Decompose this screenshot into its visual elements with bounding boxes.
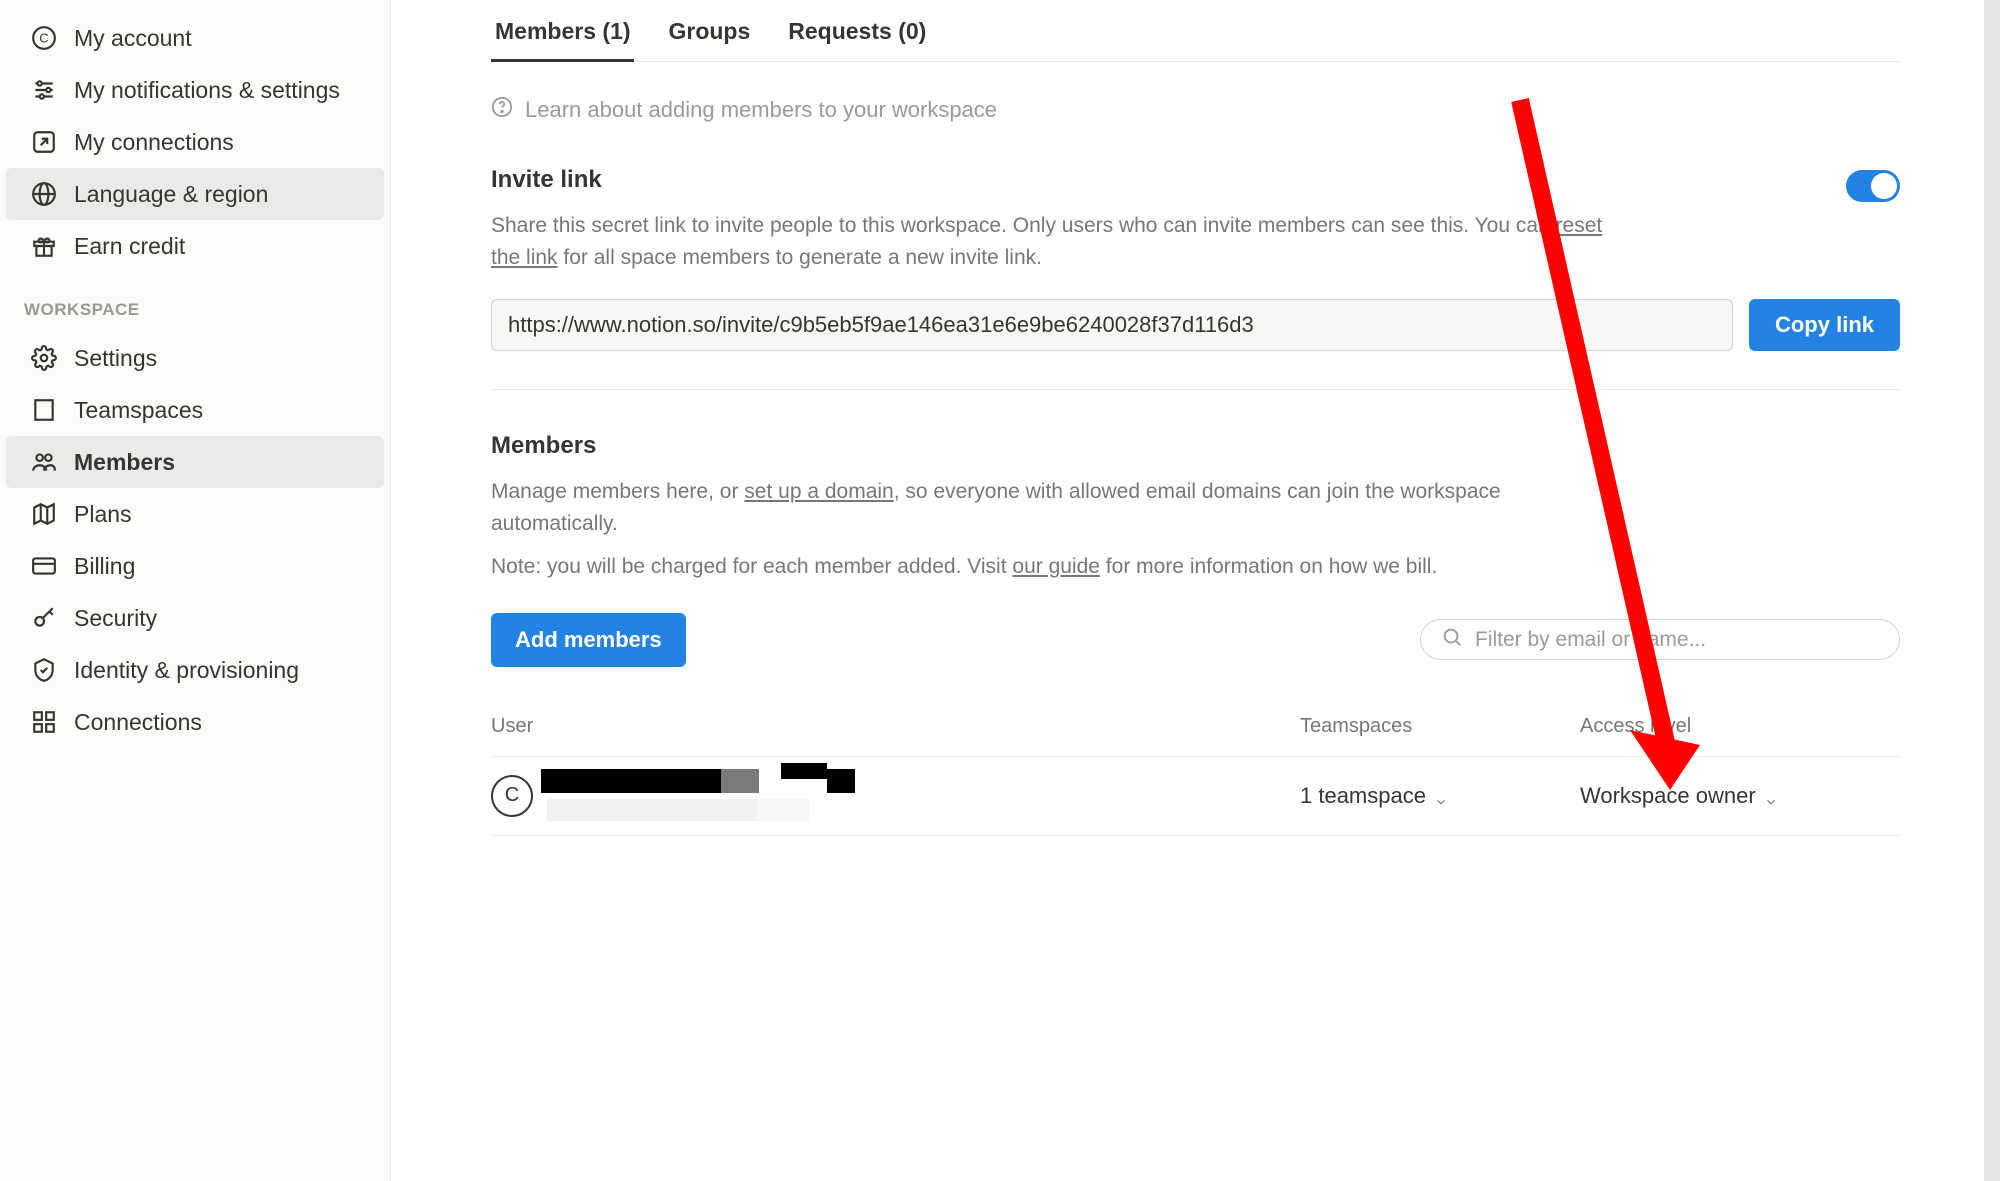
- sidebar-item-label: Teamspaces: [74, 397, 203, 424]
- sidebar-item-label: Identity & provisioning: [74, 657, 299, 684]
- invite-link-toggle[interactable]: [1846, 170, 1900, 202]
- tab-requests[interactable]: Requests (0): [784, 10, 930, 61]
- sidebar-item-label: Members: [74, 449, 175, 476]
- svg-text:C: C: [39, 30, 48, 45]
- add-members-button[interactable]: Add members: [491, 613, 686, 667]
- sidebar-item-label: Security: [74, 605, 157, 632]
- redacted-name: [541, 769, 721, 793]
- sidebar-item-settings[interactable]: Settings: [6, 332, 384, 384]
- sidebar-item-security[interactable]: Security: [6, 592, 384, 644]
- tab-groups[interactable]: Groups: [664, 10, 754, 61]
- sidebar-item-my-account[interactable]: C My account: [6, 12, 384, 64]
- tab-members[interactable]: Members (1): [491, 10, 634, 61]
- sidebar-item-label: Plans: [74, 501, 132, 528]
- chevron-down-icon: [1764, 789, 1778, 803]
- members-note: Note: you will be charged for each membe…: [491, 551, 1611, 583]
- members-table: User Teamspaces Access level C: [491, 697, 1900, 836]
- col-user: User: [491, 715, 1300, 738]
- table-row: C 1 teamspace: [491, 757, 1900, 836]
- sidebar-item-label: My account: [74, 25, 192, 52]
- gift-icon: [30, 232, 58, 260]
- sidebar-item-label: Language & region: [74, 181, 268, 208]
- help-circle-icon: [491, 96, 513, 124]
- invite-url-input[interactable]: [491, 299, 1733, 351]
- table-header: User Teamspaces Access level: [491, 697, 1900, 757]
- access-level-dropdown[interactable]: Workspace owner: [1580, 783, 1900, 809]
- globe-icon: [30, 180, 58, 208]
- avatar: C: [491, 775, 533, 817]
- sidebar-item-label: Connections: [74, 709, 202, 736]
- user-cell: C: [491, 775, 1300, 817]
- members-description: Manage members here, or set up a domain,…: [491, 476, 1611, 539]
- sidebar-item-identity[interactable]: Identity & provisioning: [6, 644, 384, 696]
- grid-icon: [30, 708, 58, 736]
- teamspaces-dropdown[interactable]: 1 teamspace: [1300, 783, 1580, 809]
- invite-section: Invite link Share this secret link to in…: [491, 166, 1900, 390]
- settings-sidebar: C My account My notifications & settings…: [0, 0, 391, 1181]
- sidebar-item-members[interactable]: Members: [6, 436, 384, 488]
- sidebar-item-label: Settings: [74, 345, 157, 372]
- col-access: Access level: [1580, 715, 1900, 738]
- arrow-square-icon: [30, 128, 58, 156]
- billing-guide-link[interactable]: our guide: [1012, 555, 1100, 578]
- invite-description: Share this secret link to invite people …: [491, 210, 1611, 273]
- members-title: Members: [491, 432, 1900, 460]
- building-icon: [30, 396, 58, 424]
- sidebar-item-label: Earn credit: [74, 233, 185, 260]
- filter-box[interactable]: [1420, 619, 1900, 660]
- sidebar-item-label: My notifications & settings: [74, 77, 340, 104]
- account-circle-icon: C: [30, 24, 58, 52]
- map-icon: [30, 500, 58, 528]
- sidebar-item-teamspaces[interactable]: Teamspaces: [6, 384, 384, 436]
- sidebar-section-workspace: WORKSPACE: [0, 272, 390, 332]
- sliders-icon: [30, 76, 58, 104]
- sidebar-item-earn-credit[interactable]: Earn credit: [6, 220, 384, 272]
- scrollbar[interactable]: [1984, 0, 2000, 1181]
- sidebar-item-plans[interactable]: Plans: [6, 488, 384, 540]
- sidebar-item-label: My connections: [74, 129, 234, 156]
- filter-input[interactable]: [1475, 628, 1879, 652]
- search-icon: [1441, 626, 1463, 653]
- learn-text: Learn about adding members to your works…: [525, 97, 997, 123]
- col-teamspaces: Teamspaces: [1300, 715, 1580, 738]
- sidebar-item-my-connections[interactable]: My connections: [6, 116, 384, 168]
- chevron-down-icon: [1434, 789, 1448, 803]
- copy-link-button[interactable]: Copy link: [1749, 299, 1900, 351]
- sidebar-item-connections[interactable]: Connections: [6, 696, 384, 748]
- main-content: Members (1) Groups Requests (0) Learn ab…: [391, 0, 2000, 1181]
- gear-icon: [30, 344, 58, 372]
- key-icon: [30, 604, 58, 632]
- sidebar-item-label: Billing: [74, 553, 135, 580]
- people-icon: [30, 448, 58, 476]
- sidebar-item-billing[interactable]: Billing: [6, 540, 384, 592]
- shield-check-icon: [30, 656, 58, 684]
- setup-domain-link[interactable]: set up a domain: [744, 480, 893, 503]
- members-tabs: Members (1) Groups Requests (0): [491, 10, 1900, 62]
- members-section: Members Manage members here, or set up a…: [491, 432, 1900, 836]
- sidebar-item-language[interactable]: Language & region: [6, 168, 384, 220]
- learn-link[interactable]: Learn about adding members to your works…: [491, 96, 1900, 124]
- credit-card-icon: [30, 552, 58, 580]
- invite-title: Invite link: [491, 166, 1846, 194]
- sidebar-item-notifications[interactable]: My notifications & settings: [6, 64, 384, 116]
